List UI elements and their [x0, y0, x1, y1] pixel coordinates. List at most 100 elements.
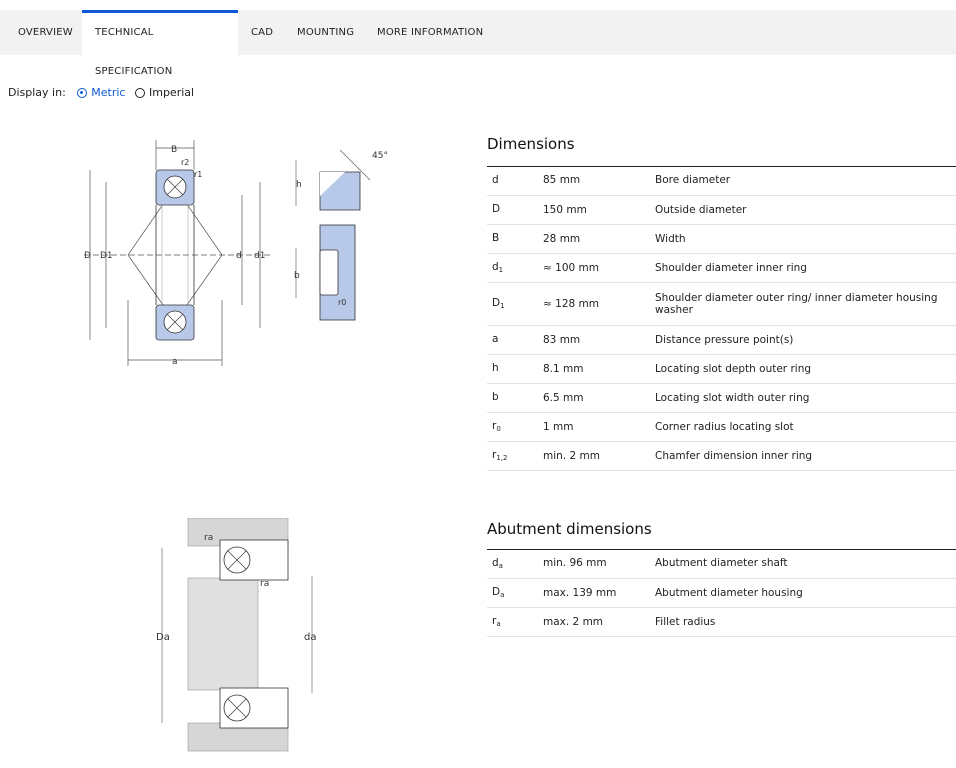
tab-cad[interactable]: CAD [238, 10, 286, 55]
symbol-subscript: 1 [498, 266, 504, 274]
label-ra-mid: ra [260, 579, 269, 589]
table-row: D 150 mm Outside diameter [487, 195, 956, 225]
row-description: Width [655, 224, 956, 254]
symbol-text: b [492, 391, 499, 403]
label-D1: D1 [100, 251, 113, 261]
metric-radio[interactable] [77, 88, 88, 98]
row-symbol: d [487, 166, 542, 196]
row-value: 85 mm [542, 166, 655, 196]
symbol-text: D [492, 203, 501, 215]
label-B: B [171, 145, 177, 155]
symbol-text: d [492, 173, 499, 186]
row-value: 83 mm [542, 325, 655, 355]
row-value: 8.1 mm [542, 354, 655, 384]
symbol-text: d [492, 261, 499, 273]
tab-more-information[interactable]: MORE INFORMATION [364, 10, 496, 55]
row-symbol: ra [487, 607, 542, 637]
symbol-text: a [492, 333, 499, 345]
tab-overview[interactable]: OVERVIEW [5, 10, 86, 55]
label-angle: 45° [372, 151, 388, 161]
table-row: d1 ≈ 100 mm Shoulder diameter inner ring [487, 253, 956, 283]
row-symbol: B [487, 224, 542, 254]
row-value: 1 mm [542, 412, 655, 442]
row-symbol: D1 [487, 282, 542, 326]
table-row: D1 ≈ 128 mm Shoulder diameter outer ring/ … [487, 282, 956, 326]
symbol-subscript: a [496, 620, 501, 628]
symbol-text: d [492, 556, 499, 569]
row-symbol: r1,2 [487, 441, 542, 471]
abutment-table: da min. 96 mm Abutment diameter shaft Da max… [487, 549, 956, 637]
row-description: Shoulder diameter outer ring/ inner diam… [655, 282, 956, 326]
table-row: Da max. 139 mm Abutment diameter housing [487, 578, 956, 608]
symbol-text: D [492, 586, 501, 598]
label-da: da [304, 632, 316, 643]
tab-mounting[interactable]: MOUNTING [284, 10, 367, 55]
table-row: ra max. 2 mm Fillet radius [487, 607, 956, 637]
row-description: Corner radius locating slot [655, 412, 956, 442]
row-value: min. 2 mm [542, 441, 655, 471]
row-description: Locating slot width outer ring [655, 383, 956, 413]
row-symbol: D [487, 195, 542, 225]
abutment-drawing: ra ra Da da [156, 518, 316, 752]
row-value: max. 139 mm [542, 578, 655, 608]
dimensions-table: d 85 mm Bore diameter D 150 mm Outside diamet… [487, 166, 956, 471]
label-r2: r2 [181, 158, 189, 167]
row-value: ≈ 100 mm [542, 253, 655, 283]
row-symbol: b [487, 383, 542, 413]
label-r1: r1 [194, 170, 202, 179]
symbol-text: h [492, 362, 499, 374]
imperial-option[interactable]: Imperial [134, 86, 195, 99]
row-value: 6.5 mm [542, 383, 655, 413]
row-description: Distance pressure point(s) [655, 325, 956, 355]
bearing-drawing: B r2 r1 D D1 d d1 a h 45° b r0 [84, 140, 388, 367]
row-description: Outside diameter [655, 195, 956, 225]
label-r0: r0 [338, 298, 346, 307]
display-units: Display in: Metric Imperial [8, 86, 194, 99]
label-d1: d1 [254, 251, 265, 261]
table-row: d 85 mm Bore diameter [487, 166, 956, 196]
table-row: h 8.1 mm Locating slot depth outer ring [487, 354, 956, 384]
row-symbol: r0 [487, 412, 542, 442]
row-description: Abutment diameter shaft [655, 549, 956, 579]
label-a: a [172, 357, 178, 367]
label-h: h [296, 180, 302, 190]
row-symbol: h [487, 354, 542, 384]
table-row: r0 1 mm Corner radius locating slot [487, 412, 956, 442]
display-label: Display in: [8, 86, 66, 99]
symbol-subscript: a [498, 561, 503, 570]
table-row: B 28 mm Width [487, 224, 956, 254]
label-D: D [84, 251, 91, 261]
row-symbol: a [487, 325, 542, 355]
metric-option[interactable]: Metric [77, 86, 125, 99]
symbol-subscript: 1,2 [496, 454, 508, 462]
row-description: Bore diameter [655, 166, 956, 196]
row-description: Chamfer dimension inner ring [655, 441, 956, 471]
label-Da: Da [156, 632, 170, 643]
table-row: b 6.5 mm Locating slot width outer ring [487, 383, 956, 413]
dimensions-title: Dimensions [487, 135, 575, 153]
imperial-label: Imperial [148, 86, 195, 99]
row-value: ≈ 128 mm [542, 282, 655, 326]
symbol-text: B [492, 232, 500, 244]
imperial-radio[interactable] [134, 88, 145, 98]
table-row: r1,2 min. 2 mm Chamfer dimension inner rin… [487, 441, 956, 471]
symbol-text: D [492, 297, 501, 309]
row-symbol: d1 [487, 253, 542, 283]
row-symbol: Da [487, 578, 542, 608]
tab-bar: OVERVIEW TECHNICAL SPECIFICATION CAD MOU… [0, 10, 956, 77]
row-description: Abutment diameter housing [655, 578, 956, 608]
table-row: da min. 96 mm Abutment diameter shaft [487, 549, 956, 579]
table-row: a 83 mm Distance pressure point(s) [487, 325, 956, 355]
metric-label: Metric [91, 86, 126, 99]
row-value: 150 mm [542, 195, 655, 225]
row-value: min. 96 mm [542, 549, 655, 579]
row-value: max. 2 mm [542, 607, 655, 637]
symbol-subscript: 0 [496, 425, 501, 433]
label-b: b [294, 271, 300, 281]
label-ra-top: ra [204, 533, 213, 543]
row-symbol: da [487, 549, 542, 579]
row-description: Locating slot depth outer ring [655, 354, 956, 384]
tab-technical-specification[interactable]: TECHNICAL SPECIFICATION [82, 10, 238, 77]
row-description: Shoulder diameter inner ring [655, 253, 956, 283]
symbol-subscript: 1 [500, 302, 505, 310]
